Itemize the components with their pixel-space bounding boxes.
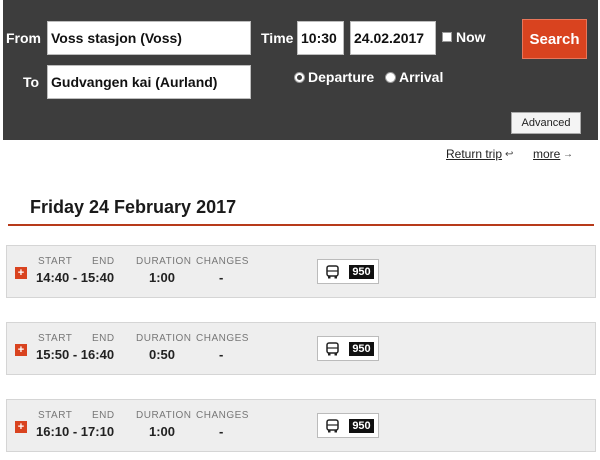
trip-row[interactable]: + START END DURATION CHANGES 16:10 - 17:… — [6, 399, 596, 452]
time-field[interactable]: 10:30 — [297, 21, 344, 55]
trip-time-range: 14:40 - 15:40 — [36, 270, 115, 285]
trip-row[interactable]: + START END DURATION CHANGES 15:50 - 16:… — [6, 322, 596, 375]
changes-header: CHANGES — [196, 333, 249, 344]
trip-changes: - — [219, 347, 224, 362]
start-header: START — [38, 410, 73, 421]
expand-plus-icon[interactable]: + — [15, 344, 27, 356]
trip-time-range: 16:10 - 17:10 — [36, 424, 115, 439]
trip-time-range: 15:50 - 16:40 — [36, 347, 115, 362]
end-header: END — [92, 333, 115, 344]
start-header: START — [38, 256, 73, 267]
trip-row[interactable]: + START END DURATION CHANGES 14:40 - 15:… — [6, 245, 596, 298]
from-field[interactable]: Voss stasjon (Voss) — [47, 21, 251, 55]
expand-plus-icon[interactable]: + — [15, 267, 27, 279]
divider — [8, 224, 594, 226]
time-label: Time — [261, 30, 294, 46]
return-trip-link[interactable]: Return trip — [446, 147, 502, 161]
to-label: To — [23, 74, 40, 90]
return-arrow-icon: ↩ — [505, 149, 514, 160]
from-label: From — [6, 30, 41, 46]
advanced-button[interactable]: Advanced — [511, 112, 581, 134]
changes-header: CHANGES — [196, 410, 249, 421]
departure-label: Departure — [308, 69, 375, 85]
route-badge: 950 — [349, 265, 374, 279]
end-header: END — [92, 256, 115, 267]
more-link[interactable]: more — [533, 147, 560, 161]
route-badge: 950 — [349, 342, 374, 356]
bus-icon — [326, 265, 339, 279]
departure-radio[interactable] — [294, 72, 305, 83]
trip-changes: - — [219, 270, 224, 285]
to-field[interactable]: Gudvangen kai (Aurland) — [47, 65, 251, 99]
bus-icon — [326, 419, 339, 433]
transport-mode: 950 — [317, 336, 379, 361]
date-heading: Friday 24 February 2017 — [30, 197, 237, 217]
arrival-label: Arrival — [399, 69, 444, 85]
duration-header: DURATION — [136, 410, 192, 421]
trip-duration: 1:00 — [149, 270, 176, 285]
arrival-radio[interactable] — [385, 72, 396, 83]
transport-mode: 950 — [317, 413, 379, 438]
start-header: START — [38, 333, 73, 344]
end-header: END — [92, 410, 115, 421]
expand-plus-icon[interactable]: + — [15, 421, 27, 433]
date-field[interactable]: 24.02.2017 — [350, 21, 436, 55]
duration-header: DURATION — [136, 333, 192, 344]
route-badge: 950 — [349, 419, 374, 433]
trip-changes: - — [219, 424, 224, 439]
duration-header: DURATION — [136, 256, 192, 267]
now-label: Now — [456, 29, 486, 45]
changes-header: CHANGES — [196, 256, 249, 267]
search-panel: From Voss stasjon (Voss) To Gudvangen ka… — [3, 0, 598, 140]
trip-duration: 1:00 — [149, 424, 176, 439]
transport-mode: 950 — [317, 259, 379, 284]
bus-icon — [326, 342, 339, 356]
search-button[interactable]: Search — [522, 19, 587, 59]
right-arrow-icon: → — [563, 149, 573, 160]
trip-duration: 0:50 — [149, 347, 176, 362]
now-checkbox[interactable] — [442, 32, 452, 42]
